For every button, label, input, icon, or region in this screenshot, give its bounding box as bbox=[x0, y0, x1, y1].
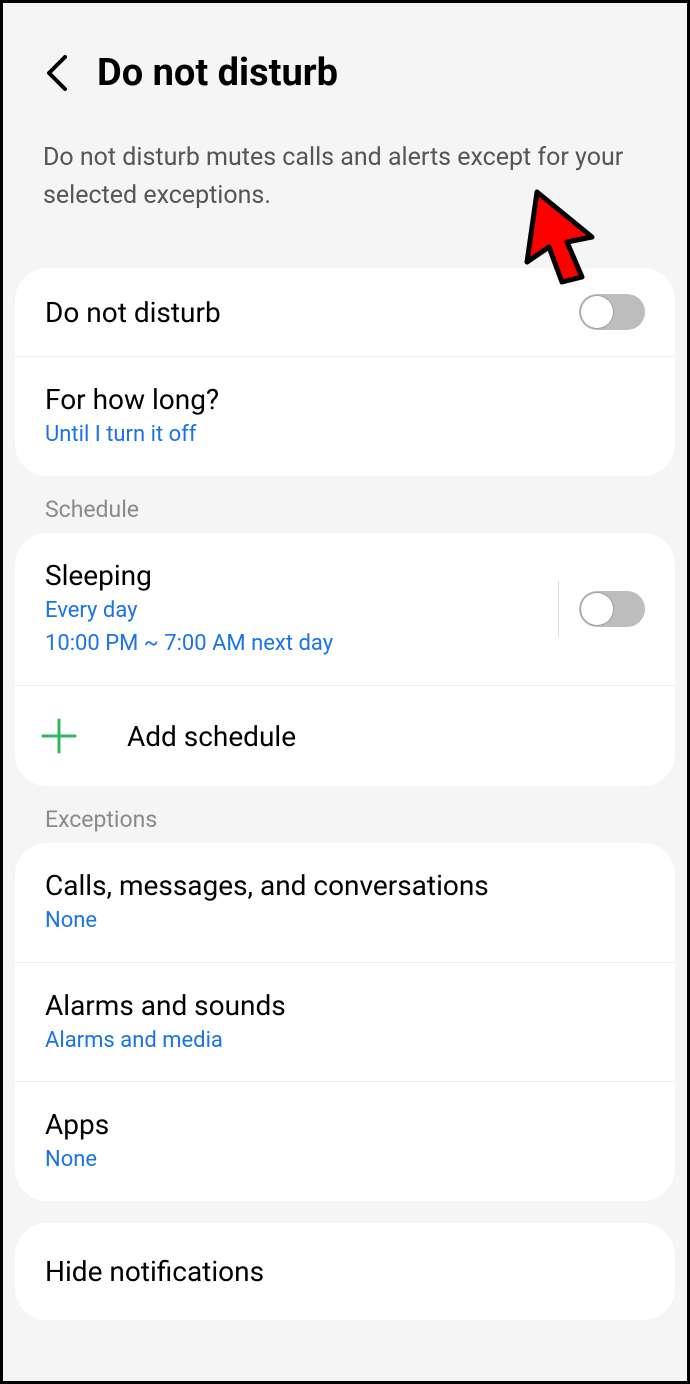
alarms-row[interactable]: Alarms and sounds Alarms and media bbox=[15, 962, 675, 1082]
plus-icon bbox=[39, 716, 79, 756]
hide-notifications-row[interactable]: Hide notifications bbox=[15, 1223, 675, 1320]
calls-row[interactable]: Calls, messages, and conversations None bbox=[15, 843, 675, 962]
hide-notifications-label: Hide notifications bbox=[45, 1255, 264, 1288]
alarms-label: Alarms and sounds bbox=[45, 989, 286, 1022]
page-title: Do not disturb bbox=[97, 51, 338, 95]
schedule-card: Sleeping Every day 10:00 PM ~ 7:00 AM ne… bbox=[15, 533, 675, 786]
add-schedule-row[interactable]: Add schedule bbox=[15, 685, 675, 786]
dnd-duration-row[interactable]: For how long? Until I turn it off bbox=[15, 356, 675, 476]
add-schedule-label: Add schedule bbox=[127, 720, 296, 753]
sleeping-every: Every day bbox=[45, 596, 333, 626]
dnd-toggle[interactable] bbox=[579, 294, 645, 330]
calls-value: None bbox=[45, 906, 489, 936]
apps-value: None bbox=[45, 1145, 109, 1175]
apps-row[interactable]: Apps None bbox=[15, 1081, 675, 1201]
sleeping-label: Sleeping bbox=[45, 559, 333, 592]
dnd-card: Do not disturb For how long? Until I tur… bbox=[15, 268, 675, 476]
sleeping-toggle[interactable] bbox=[579, 591, 645, 627]
sleeping-time: 10:00 PM ~ 7:00 AM next day bbox=[45, 629, 333, 659]
dnd-duration-label: For how long? bbox=[45, 383, 219, 416]
divider bbox=[558, 581, 559, 637]
page-subtitle: Do not disturb mutes calls and alerts ex… bbox=[43, 139, 647, 214]
apps-label: Apps bbox=[45, 1108, 109, 1141]
dnd-toggle-label: Do not disturb bbox=[45, 296, 221, 329]
exceptions-section-label: Exceptions bbox=[3, 786, 687, 843]
dnd-toggle-row[interactable]: Do not disturb bbox=[15, 268, 675, 356]
dnd-duration-value: Until I turn it off bbox=[45, 420, 219, 450]
hide-card: Hide notifications bbox=[15, 1223, 675, 1320]
calls-label: Calls, messages, and conversations bbox=[45, 869, 489, 902]
exceptions-card: Calls, messages, and conversations None … bbox=[15, 843, 675, 1201]
sleeping-row[interactable]: Sleeping Every day 10:00 PM ~ 7:00 AM ne… bbox=[15, 533, 675, 685]
back-icon[interactable] bbox=[43, 53, 69, 93]
schedule-section-label: Schedule bbox=[3, 476, 687, 533]
alarms-value: Alarms and media bbox=[45, 1026, 286, 1056]
